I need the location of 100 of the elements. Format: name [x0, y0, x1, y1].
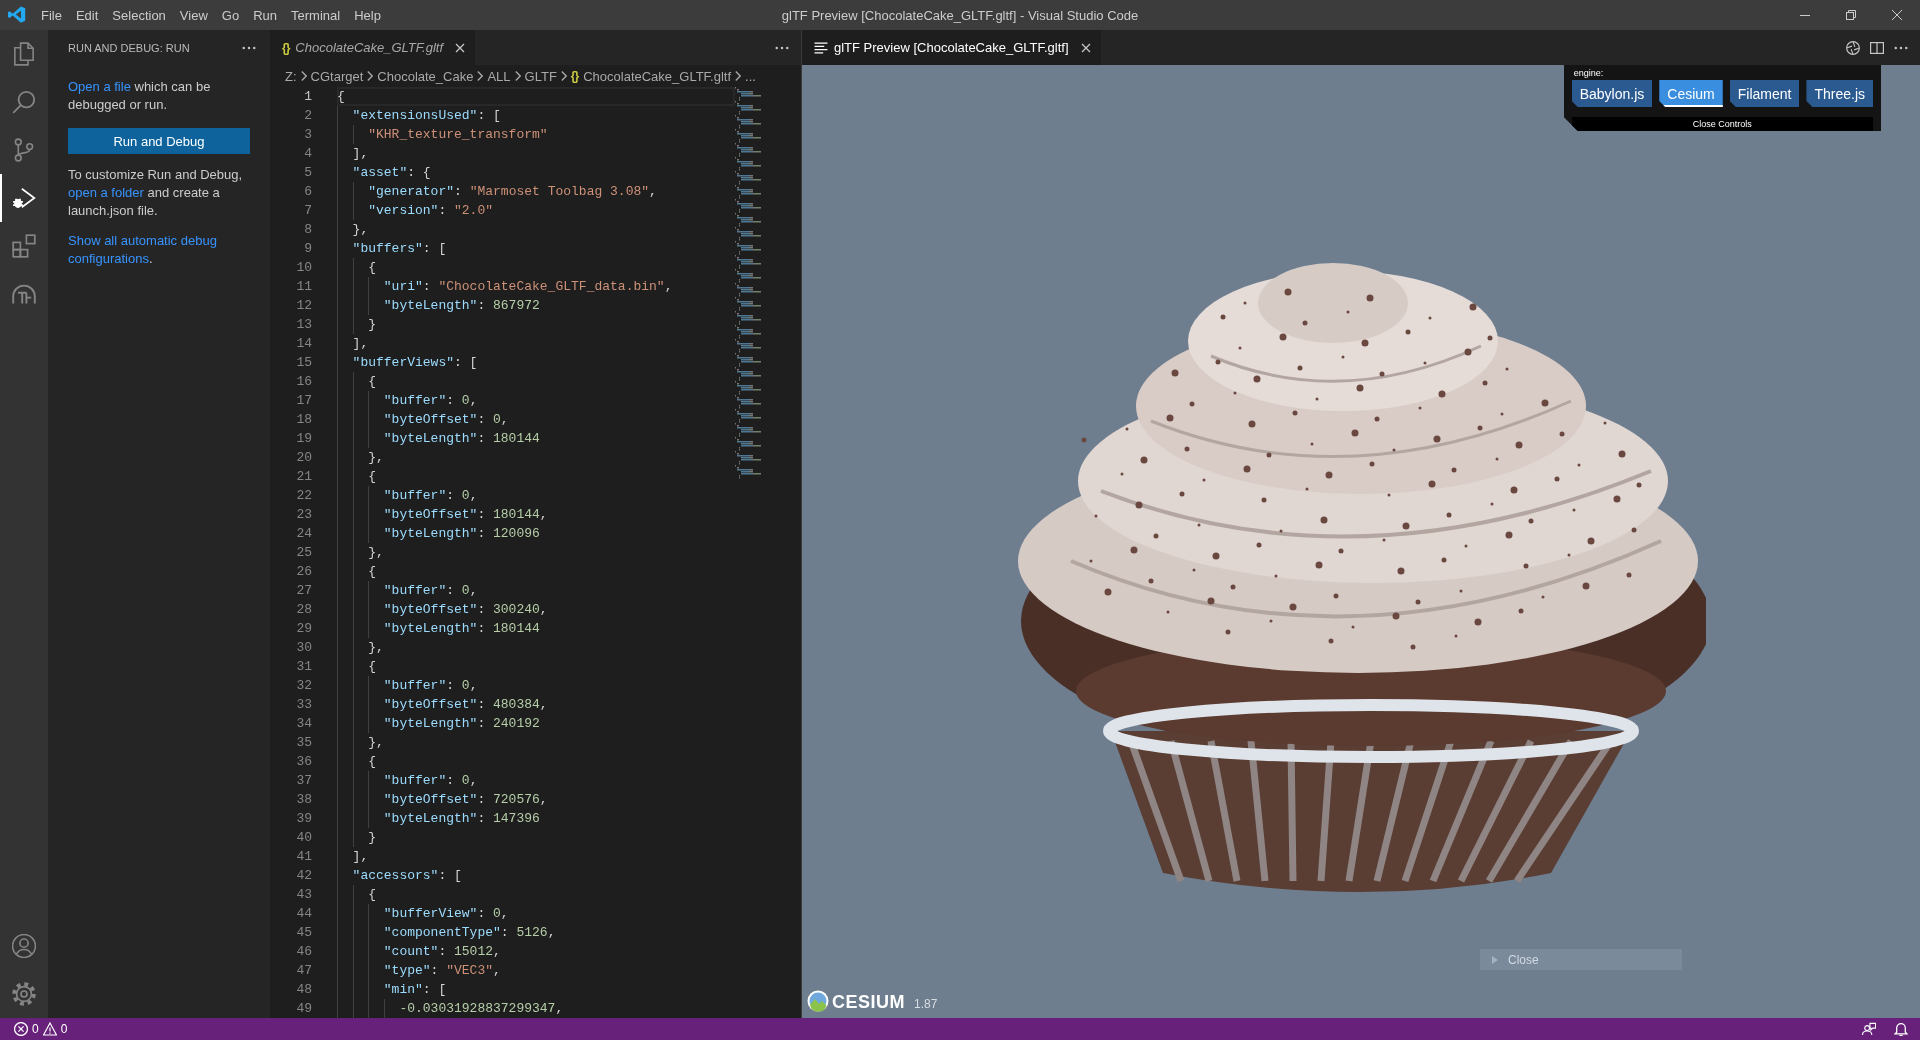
error-count[interactable]: 0: [32, 1022, 39, 1036]
debug-configurations-link[interactable]: Show all automatic debug configurations.: [68, 232, 250, 268]
more-icon[interactable]: [1894, 45, 1908, 50]
engine-button[interactable]: Filament: [1729, 80, 1800, 107]
inline-link[interactable]: Open a file: [68, 79, 131, 94]
search-icon[interactable]: [12, 90, 36, 114]
menu-item[interactable]: View: [172, 4, 215, 26]
error-icon[interactable]: [14, 1022, 28, 1036]
indent-guide: [352, 125, 354, 144]
extensions-icon[interactable]: [12, 234, 36, 258]
line-number: 25: [295, 544, 312, 562]
menu-item[interactable]: Selection: [105, 4, 173, 26]
menu-item[interactable]: Run: [246, 4, 284, 26]
code-line: "byteOffset": 180144,: [383, 506, 548, 524]
line-number: 4: [303, 145, 312, 163]
chevron-icon: [477, 71, 484, 81]
line-number: 38: [295, 791, 312, 809]
code-line: "KHR_texture_transform": [368, 126, 548, 144]
warning-count[interactable]: 0: [60, 1022, 68, 1036]
breadcrumb-item[interactable]: CGtarget: [310, 68, 364, 84]
code-line: {: [368, 658, 376, 676]
feedback-icon[interactable]: [1862, 1022, 1876, 1036]
line-number: 18: [295, 411, 312, 429]
more-icon[interactable]: [242, 45, 256, 50]
line-number: 9: [303, 240, 312, 258]
close-controls-button[interactable]: Close Controls: [1571, 117, 1873, 131]
line-number: 29: [295, 620, 312, 638]
line-number: 43: [295, 886, 312, 904]
line-number: 14: [295, 335, 312, 353]
code-line: }: [368, 316, 376, 334]
more-icon[interactable]: [775, 45, 789, 50]
code-line: {: [368, 259, 376, 277]
code-line: "buffer": 0,: [383, 392, 478, 410]
close-icon[interactable]: [1080, 42, 1091, 53]
indent-guide: [383, 999, 385, 1018]
settings-icon[interactable]: [12, 982, 36, 1006]
line-number: 11: [295, 278, 312, 296]
code-line: },: [352, 221, 369, 239]
menu-item[interactable]: Go: [214, 4, 247, 26]
branch-icon[interactable]: [12, 138, 36, 162]
code-line: "count": 15012,: [383, 943, 501, 961]
line-number: 5: [303, 164, 312, 182]
code-line: }: [368, 829, 376, 847]
bell-icon[interactable]: [1894, 1022, 1908, 1036]
editor-tab[interactable]: glTF Preview [ChocolateCake_GLTF.gltf]: [802, 30, 1101, 65]
code-line: "byteOffset": 300240,: [383, 601, 548, 619]
engine-button[interactable]: Three.js: [1806, 80, 1873, 107]
code-line: "buffer": 0,: [383, 582, 478, 600]
account-icon[interactable]: [12, 934, 36, 958]
aperture-icon[interactable]: [1846, 40, 1860, 55]
line-number: 21: [295, 468, 312, 486]
triangle-icon: [1492, 955, 1498, 964]
code-line: "buffer": 0,: [383, 487, 478, 505]
code-line: {: [368, 373, 376, 391]
code-line: "byteOffset": 480384,: [383, 696, 548, 714]
menu-item[interactable]: Help: [347, 4, 388, 26]
menu-item[interactable]: Terminal: [284, 4, 348, 26]
code-line: "version": "2.0": [368, 202, 494, 220]
breadcrumb-item[interactable]: ALL: [487, 68, 511, 84]
breadcrumb-item[interactable]: {} ChocolateCake_GLTF.gltf: [570, 68, 732, 84]
files-icon[interactable]: [12, 42, 36, 66]
engine-button[interactable]: Babylon.js: [1571, 80, 1653, 107]
line-number: 13: [295, 316, 312, 334]
line-number: 30: [295, 639, 312, 657]
hint-text: To customize Run and Debug, open a folder and create a launch.json file.: [68, 166, 244, 220]
code-line: "bufferView": 0,: [383, 905, 509, 923]
line-number: 42: [295, 867, 312, 885]
line-number: 46: [295, 943, 312, 961]
minimize-icon[interactable]: [1800, 14, 1810, 16]
sidebar-title: RUN AND DEBUG: RUN: [68, 41, 190, 54]
code-line: },: [368, 544, 384, 562]
warning-icon[interactable]: [42, 1022, 57, 1036]
line-number: 24: [295, 525, 312, 543]
line-number: 26: [295, 563, 312, 581]
line-number: 36: [295, 753, 312, 771]
line-number: 22: [295, 487, 312, 505]
run-and-debug-button[interactable]: Run and Debug: [68, 128, 250, 154]
line-number: 12: [295, 297, 312, 315]
line-number: 17: [295, 392, 312, 410]
close-icon[interactable]: [455, 42, 465, 53]
breadcrumb-item[interactable]: GLTF: [524, 68, 557, 84]
split-editor-icon[interactable]: [1870, 40, 1884, 55]
dome-icon[interactable]: [12, 282, 36, 306]
line-number: 15: [295, 354, 312, 372]
breadcrumb-item[interactable]: ...: [745, 68, 756, 84]
line-number: 23: [295, 506, 312, 524]
run-debug-icon[interactable]: [12, 186, 36, 210]
editor-tab[interactable]: {} ChocolateCake_GLTF.gltf: [270, 30, 475, 65]
close-icon[interactable]: [1892, 10, 1902, 20]
restore-icon[interactable]: [1846, 10, 1856, 20]
engine-label: engine:: [1572, 68, 1605, 79]
breadcrumb-item[interactable]: Z:: [285, 68, 297, 84]
line-number: 33: [295, 696, 312, 714]
circle-logo-icon: [807, 990, 829, 1012]
menu-item[interactable]: File: [34, 4, 69, 26]
inline-link[interactable]: open a folder: [68, 185, 144, 200]
line-number: 27: [295, 582, 312, 600]
line-number: 28: [295, 601, 312, 619]
menu-item[interactable]: Edit: [68, 4, 106, 26]
breadcrumb-item[interactable]: Chocolate_Cake: [377, 68, 474, 84]
